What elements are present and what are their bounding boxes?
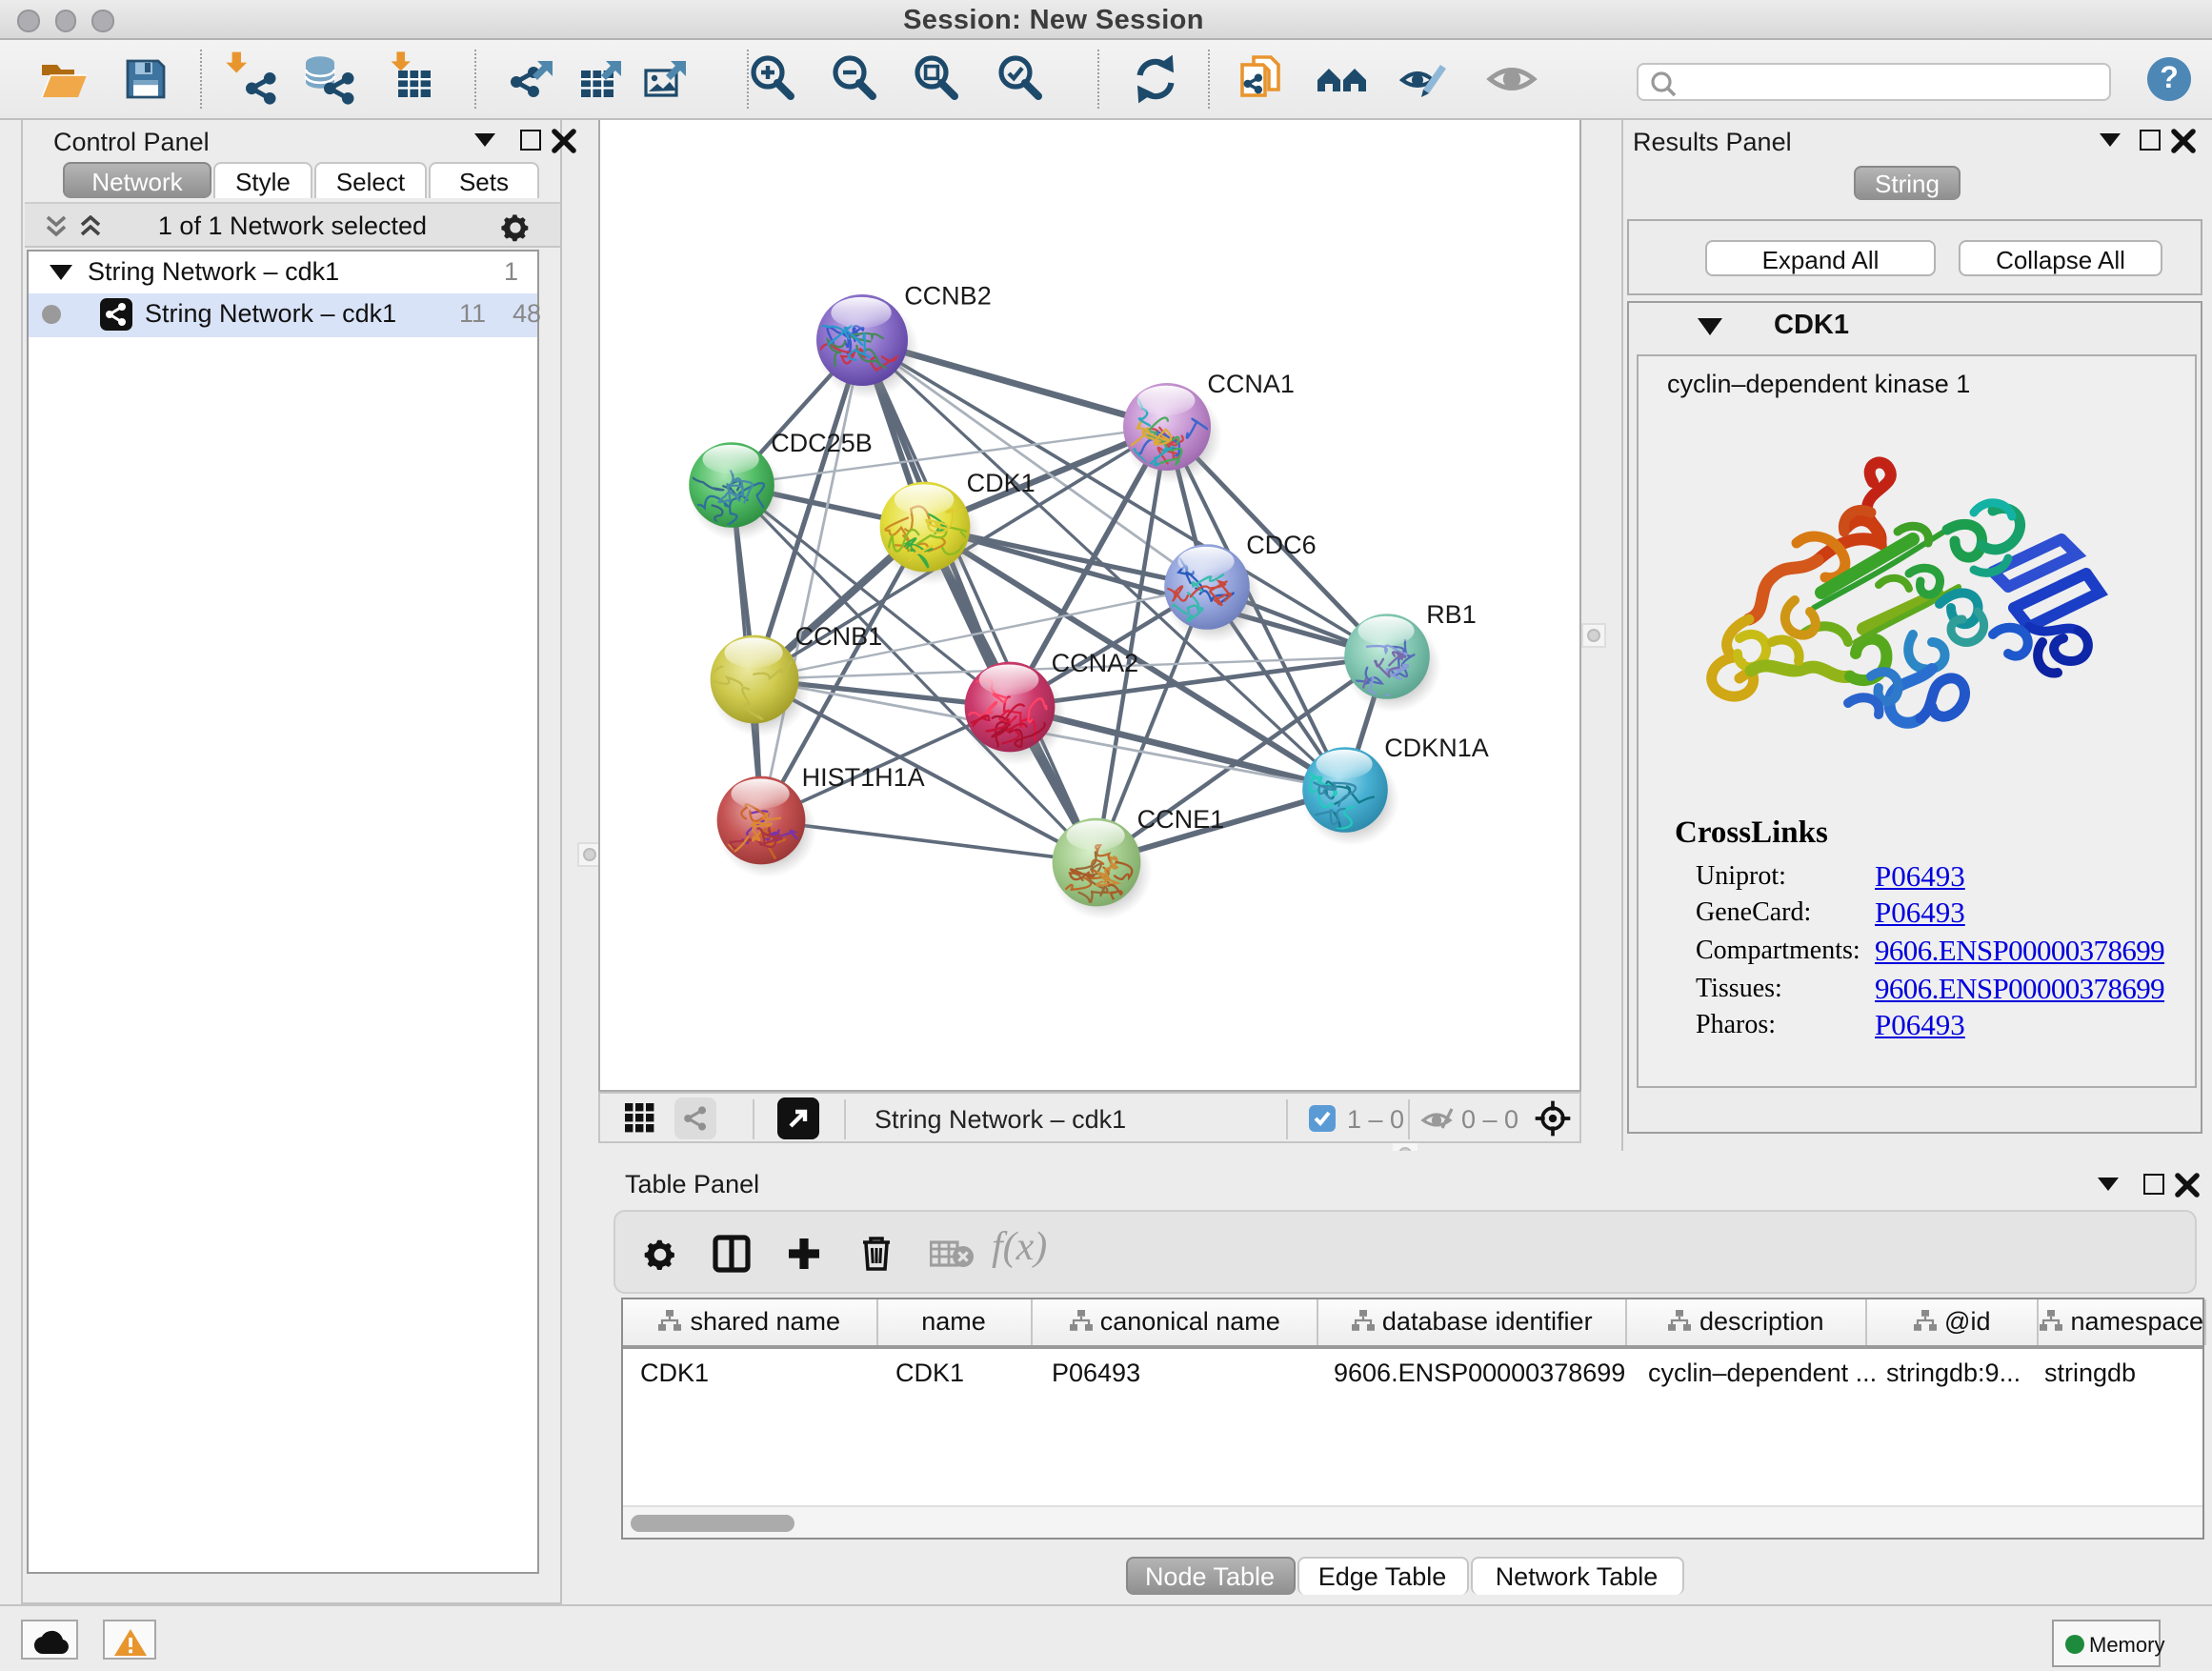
svg-text:CDC6: CDC6 xyxy=(1246,530,1317,558)
svg-text:CCNB2: CCNB2 xyxy=(904,281,992,310)
svg-text:CDC25B: CDC25B xyxy=(771,428,873,456)
svg-text:RB1: RB1 xyxy=(1426,599,1477,628)
svg-text:CDK1: CDK1 xyxy=(967,468,1036,496)
svg-text:CCNA1: CCNA1 xyxy=(1207,369,1295,397)
svg-text:HIST1H1A: HIST1H1A xyxy=(802,762,925,791)
svg-text:CCNA2: CCNA2 xyxy=(1052,648,1139,676)
svg-text:CCNE1: CCNE1 xyxy=(1137,804,1225,833)
svg-text:CDKN1A: CDKN1A xyxy=(1384,733,1489,761)
svg-text:CCNB1: CCNB1 xyxy=(795,621,883,650)
